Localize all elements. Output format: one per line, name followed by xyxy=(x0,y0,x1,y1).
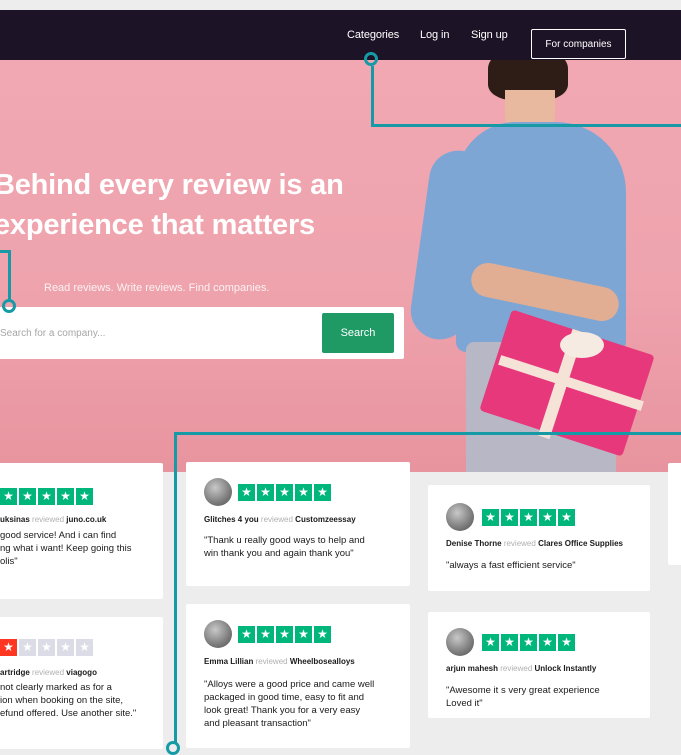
star-icon: ★ xyxy=(19,488,36,505)
company-name: Customzeessay xyxy=(295,515,356,524)
star-icon: ★ xyxy=(539,634,556,651)
company-name: Wheelbosealloys xyxy=(289,657,355,666)
star-rating: ★ ★ ★ ★ ★ xyxy=(238,626,331,643)
star-icon: ★ xyxy=(38,639,55,656)
company-name: juno.co.uk xyxy=(66,515,107,524)
company-search-input[interactable] xyxy=(0,307,318,359)
reviewer-line: arjun mahesh reviewed Unlock Instantly xyxy=(446,664,596,673)
star-icon: ★ xyxy=(314,484,331,501)
avatar xyxy=(204,478,232,506)
reviewer-name: artridge xyxy=(0,668,30,677)
reviewer-line: artridge reviewed viagogo xyxy=(0,668,97,677)
avatar xyxy=(446,503,474,531)
reviewer-name: Glitches 4 you xyxy=(204,515,259,524)
review-card-partial[interactable] xyxy=(668,463,681,565)
star-icon: ★ xyxy=(314,626,331,643)
search-button[interactable]: Search xyxy=(322,313,394,353)
star-icon: ★ xyxy=(0,639,17,656)
review-card[interactable]: ★ ★ ★ ★ ★ arjun mahesh reviewed Unlock Insta… xyxy=(428,612,650,718)
nav-link-categories[interactable]: Categories xyxy=(347,29,399,41)
nav-link-login[interactable]: Log in xyxy=(420,29,449,41)
review-card[interactable]: ★ ★ ★ ★ ★ Emma Lillian reviewed Wheelboseall… xyxy=(186,604,410,748)
avatar xyxy=(446,628,474,656)
reviewed-label: reviewed xyxy=(255,657,288,666)
hero-title: Behind every review is an experience tha… xyxy=(0,165,414,245)
hero-section: Behind every review is an experience tha… xyxy=(0,60,681,472)
star-icon: ★ xyxy=(520,509,537,526)
review-card[interactable]: ★ ★ ★ ★ ★ uksinas reviewed juno.co.uk good s… xyxy=(0,463,163,599)
star-icon: ★ xyxy=(520,634,537,651)
nav-link-signup[interactable]: Sign up xyxy=(471,29,508,41)
hero-subtitle: Read reviews. Write reviews. Find compan… xyxy=(44,282,270,294)
company-name: Unlock Instantly xyxy=(534,664,597,673)
star-rating: ★ ★ ★ ★ ★ xyxy=(482,634,575,651)
review-text: "Awesome it s very great experience Love… xyxy=(446,685,600,709)
reviewed-label: reviewed xyxy=(260,515,293,524)
reviewer-name: uksinas xyxy=(0,515,30,524)
star-rating: ★ ★ ★ ★ ★ xyxy=(238,484,331,501)
reviewed-label: reviewed xyxy=(32,668,65,677)
hero-title-line-1: Behind every review is an xyxy=(0,169,344,201)
company-name: Clares Office Supplies xyxy=(538,539,623,548)
star-icon: ★ xyxy=(19,639,36,656)
hero-title-line-2: experience that matters xyxy=(0,209,315,241)
reviewer-line: Emma Lillian reviewed Wheelbosealloys xyxy=(204,657,355,666)
avatar xyxy=(204,620,232,648)
star-icon: ★ xyxy=(501,634,518,651)
star-icon: ★ xyxy=(276,484,293,501)
reviewer-name: Denise Thorne xyxy=(446,539,502,548)
star-icon: ★ xyxy=(257,484,274,501)
review-text: "always a fast efficient service" xyxy=(446,560,576,571)
star-icon: ★ xyxy=(238,484,255,501)
star-icon: ★ xyxy=(539,509,556,526)
for-companies-button[interactable]: For companies xyxy=(531,29,626,59)
star-icon: ★ xyxy=(238,626,255,643)
star-rating: ★ ★ ★ ★ ★ xyxy=(482,509,575,526)
star-icon: ★ xyxy=(257,626,274,643)
reviewer-line: Glitches 4 you reviewed Customzeessay xyxy=(204,515,356,524)
star-rating: ★ ★ ★ ★ ★ xyxy=(0,639,93,656)
star-icon: ★ xyxy=(558,509,575,526)
review-text: "Thank u really good ways to help and wi… xyxy=(204,535,365,559)
star-icon: ★ xyxy=(501,509,518,526)
star-icon: ★ xyxy=(482,509,499,526)
company-name: viagogo xyxy=(66,668,97,677)
star-icon: ★ xyxy=(295,484,312,501)
star-icon: ★ xyxy=(76,639,93,656)
star-icon: ★ xyxy=(38,488,55,505)
company-search-bar: Search xyxy=(0,307,404,359)
reviewer-line: uksinas reviewed juno.co.uk xyxy=(0,515,106,524)
reviewed-label: reviewed xyxy=(32,515,65,524)
star-icon: ★ xyxy=(558,634,575,651)
reviewed-label: reviewed xyxy=(503,539,536,548)
star-icon: ★ xyxy=(295,626,312,643)
star-icon: ★ xyxy=(57,639,74,656)
star-icon: ★ xyxy=(57,488,74,505)
reviewer-line: Denise Thorne reviewed Clares Office Sup… xyxy=(446,539,623,548)
review-text: good service! And i can find ng what i w… xyxy=(0,530,132,567)
review-text: "Alloys were a good price and came well … xyxy=(204,679,375,729)
review-text: not clearly marked as for a ion when boo… xyxy=(0,682,137,719)
reviewer-name: Emma Lillian xyxy=(204,657,254,666)
star-icon: ★ xyxy=(76,488,93,505)
reviewed-label: reviewed xyxy=(500,664,533,673)
review-card[interactable]: ★ ★ ★ ★ ★ Glitches 4 you reviewed Customzees… xyxy=(186,462,410,586)
star-icon: ★ xyxy=(0,488,17,505)
hero-person-illustration xyxy=(0,60,681,472)
star-rating: ★ ★ ★ ★ ★ xyxy=(0,488,93,505)
top-navbar: Categories Log in Sign up For companies xyxy=(0,10,681,60)
reviewer-name: arjun mahesh xyxy=(446,664,499,673)
review-card[interactable]: ★ ★ ★ ★ ★ Denise Thorne reviewed Clares Offi… xyxy=(428,485,650,591)
star-icon: ★ xyxy=(276,626,293,643)
review-card[interactable]: ★ ★ ★ ★ ★ artridge reviewed viagogo not clea… xyxy=(0,617,163,749)
star-icon: ★ xyxy=(482,634,499,651)
